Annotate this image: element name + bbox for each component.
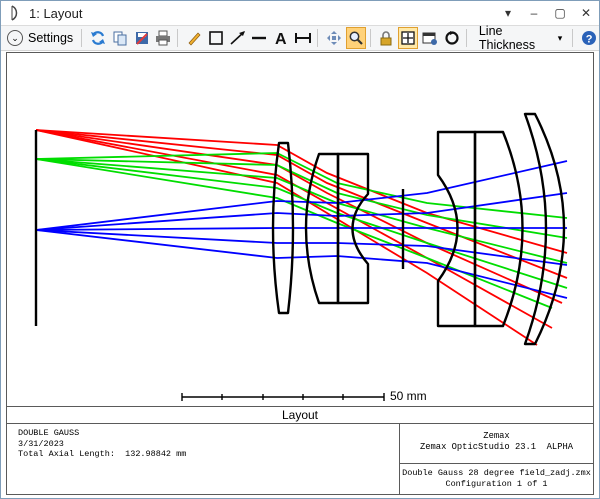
settings-label: Settings (28, 31, 74, 45)
lens-date: 3/31/2023 (18, 438, 64, 449)
text-icon[interactable]: A (271, 27, 291, 49)
layout-plot[interactable]: 50 mm Layout DOUBLE GAUSS 3/31/2023 Tota… (6, 52, 594, 495)
minimize-icon[interactable]: – (521, 1, 547, 25)
chevron-down-icon: ▾ (557, 32, 563, 43)
company-name: Zemax (483, 431, 510, 441)
plot-title: Layout (281, 408, 319, 422)
refresh-icon[interactable] (88, 27, 108, 49)
toolbar-separator (177, 29, 179, 47)
rectangle-icon[interactable] (206, 27, 226, 49)
arrow-icon[interactable] (228, 27, 248, 49)
toolbar-separator (81, 29, 83, 47)
chevron-down-icon: ⌄ (7, 30, 23, 46)
copy-icon[interactable] (110, 27, 130, 49)
toolbar-separator (572, 29, 574, 47)
help-icon[interactable]: ? (579, 27, 599, 49)
rotate-icon[interactable] (442, 27, 462, 49)
lens-element-6 (523, 112, 566, 346)
dimension-icon[interactable] (293, 27, 313, 49)
line-thickness-label: Line Thickness (478, 24, 536, 52)
toolbar-separator (316, 29, 318, 47)
settings-button[interactable]: ⌄ Settings (3, 27, 77, 49)
frame-icon[interactable] (398, 27, 419, 49)
toolbar: ⌄ Settings A Line Thickness ▾ ? (1, 24, 599, 52)
ray-bundles (35, 129, 568, 346)
app-icon (7, 5, 23, 21)
svg-text:A: A (275, 31, 287, 46)
title-bar[interactable]: 1: Layout ▾ – ▢ ✕ (1, 1, 599, 26)
print-icon[interactable] (153, 27, 173, 49)
configuration: Configuration 1 of 1 (445, 478, 548, 489)
toolbar-separator (465, 29, 467, 47)
zoom-icon[interactable] (345, 27, 366, 49)
save-icon[interactable] (132, 27, 152, 49)
close-icon[interactable]: ✕ (573, 1, 599, 25)
line-icon[interactable] (250, 27, 270, 49)
toolbar-separator (369, 29, 371, 47)
window-title: 1: Layout (29, 5, 83, 21)
dropdown-arrow-icon[interactable]: ▾ (495, 1, 521, 25)
maximize-icon[interactable]: ▢ (547, 1, 573, 25)
scale-bar (181, 393, 385, 401)
lens-info: DOUBLE GAUSS 3/31/2023 Total Axial Lengt… (18, 428, 186, 460)
pencil-icon[interactable] (184, 27, 204, 49)
software-info: Zemax Zemax OpticStudio 23.1 ALPHA (399, 424, 593, 464)
file-name: Double Gauss 28 degree field_zadj.zmx (402, 468, 591, 478)
layout-window: 1: Layout ▾ – ▢ ✕ ⌄ Settings A Line Thic… (0, 0, 600, 499)
svg-text:?: ? (586, 34, 593, 46)
lock-icon[interactable] (377, 27, 397, 49)
scale-bar-label: 50 mm (390, 389, 427, 403)
software-version: Zemax OpticStudio 23.1 ALPHA (419, 442, 574, 452)
file-info: Double Gauss 28 degree field_zadj.zmx Co… (399, 464, 593, 494)
pan-icon[interactable] (324, 27, 344, 49)
window-icon[interactable] (420, 27, 440, 49)
ray-field-3 (35, 229, 568, 299)
axial-length: Total Axial Length: 132.98842 mm (18, 449, 187, 459)
lens-name: DOUBLE GAUSS (18, 428, 80, 438)
line-thickness-dropdown[interactable]: Line Thickness ▾ (473, 24, 568, 52)
